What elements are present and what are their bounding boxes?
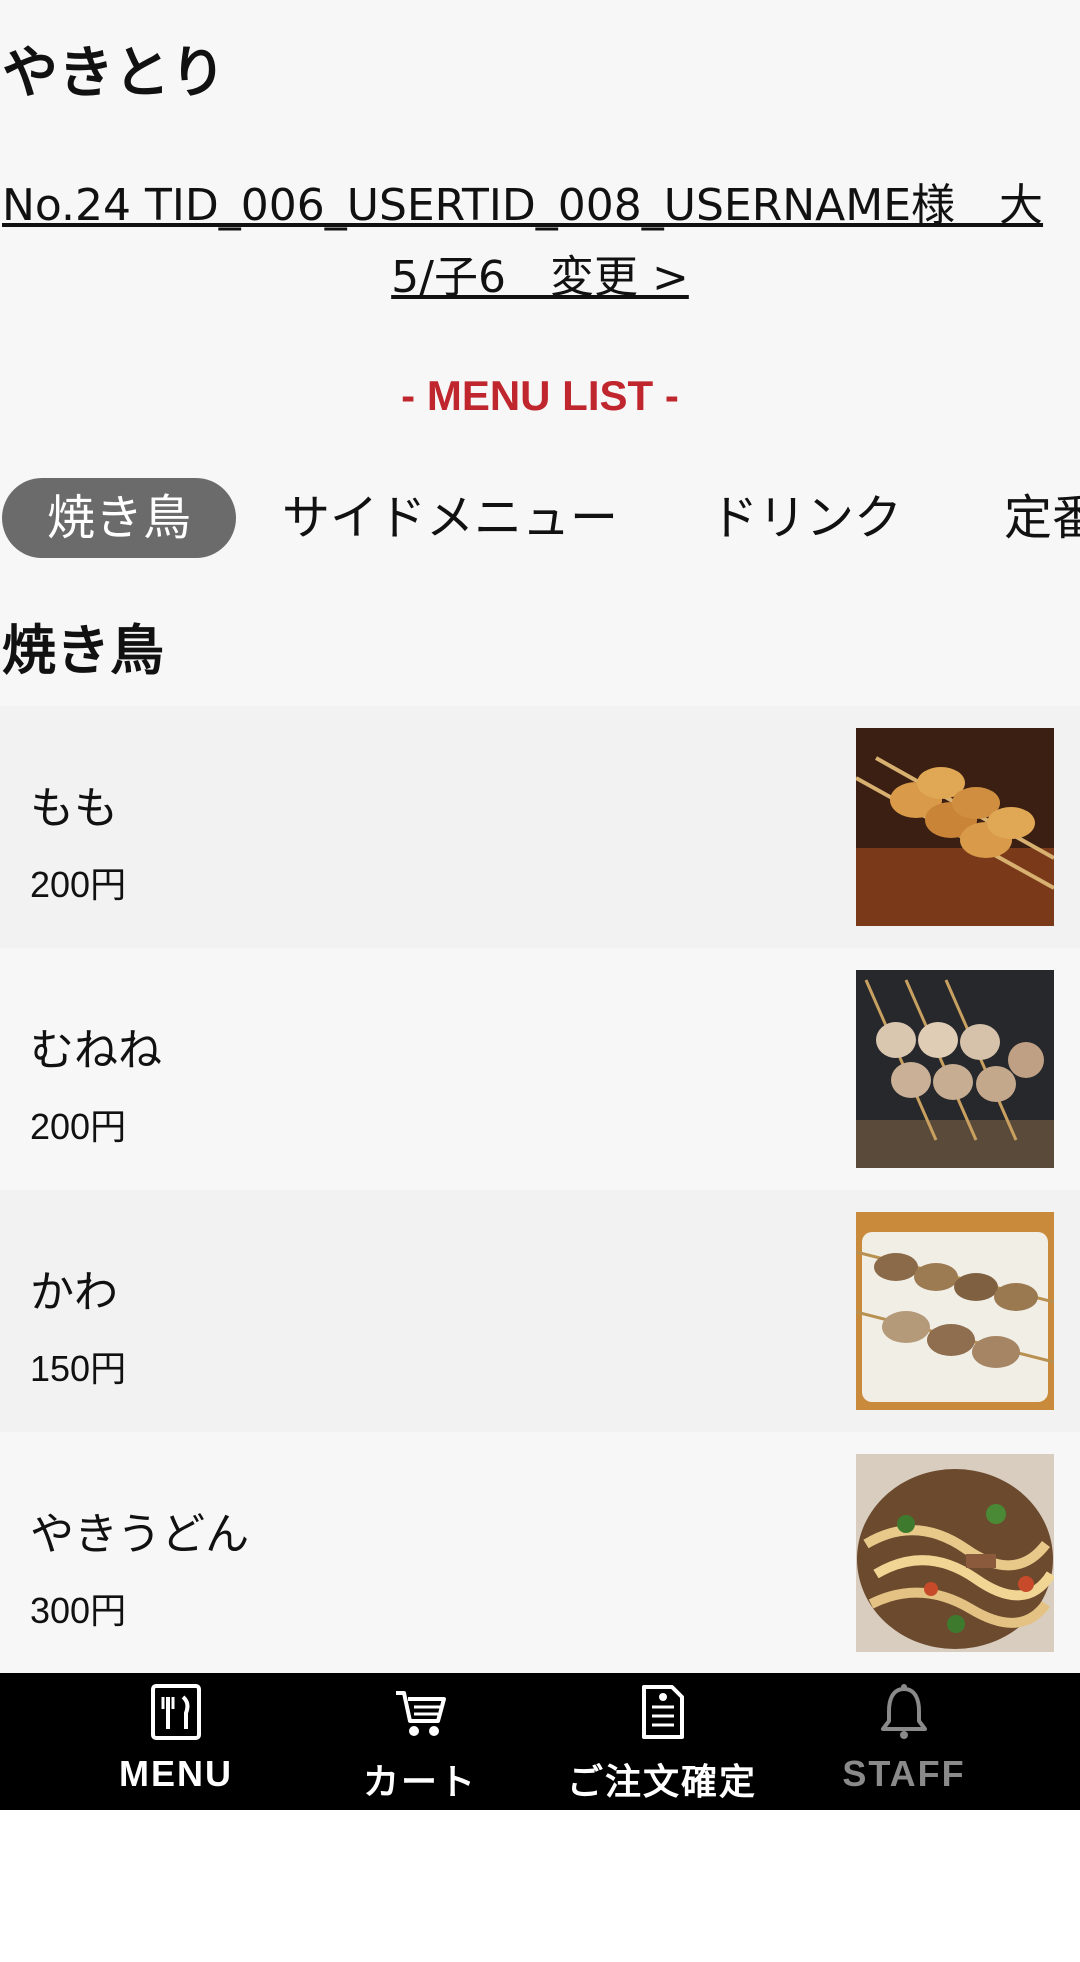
item-price: 300円 bbox=[30, 1590, 127, 1631]
category-tabs: 焼き鳥 サイドメニュー ドリンク 定番 bbox=[0, 478, 1080, 558]
item-price: 150円 bbox=[30, 1348, 127, 1389]
tab-standard[interactable]: 定番 bbox=[982, 478, 1080, 558]
cart-icon bbox=[396, 1691, 446, 1736]
item-price: 200円 bbox=[30, 864, 127, 905]
nav-order-confirm[interactable]: ご注文確定 bbox=[562, 1673, 762, 1810]
change-party-link[interactable]: 5/子6 変更 > bbox=[0, 242, 1080, 314]
tab-yakitori[interactable]: 焼き鳥 bbox=[2, 478, 236, 558]
bell-icon bbox=[881, 1684, 927, 1739]
menu-item-mune[interactable]: むねね 200円 bbox=[0, 948, 1080, 1190]
shop-title: やきとり bbox=[2, 41, 226, 106]
item-name: やきうどん bbox=[30, 1509, 250, 1560]
item-name: かわ bbox=[30, 1267, 118, 1318]
nav-cart-label: カート bbox=[362, 1761, 477, 1802]
nav-order-confirm-label: ご注文確定 bbox=[566, 1761, 757, 1802]
nav-staff[interactable]: STAFF bbox=[804, 1673, 1004, 1810]
yaki-udon-photo[interactable] bbox=[856, 1454, 1054, 1652]
customer-info-line1[interactable]: No.24 TID_006_USERTID_008_USERNAME様 大 bbox=[0, 170, 1080, 242]
menu-list-heading: - MENU LIST - bbox=[401, 372, 679, 419]
menu-item-momo[interactable]: もも 200円 bbox=[0, 706, 1080, 948]
menu-item-list: もも 200円 むねね 200円 かわ 150円 やきうどん 300円 bbox=[0, 706, 1080, 1674]
yakitori-kawa-photo[interactable] bbox=[856, 1212, 1054, 1410]
section-title: 焼き鳥 bbox=[2, 619, 164, 682]
tab-side-menu[interactable]: サイドメニュー bbox=[272, 478, 628, 558]
nav-menu-label: MENU bbox=[119, 1753, 233, 1794]
customer-info-link[interactable]: No.24 TID_006_USERTID_008_USERNAME様 大 5/… bbox=[0, 170, 1080, 314]
nav-cart[interactable]: カート bbox=[320, 1673, 520, 1810]
nav-menu[interactable]: MENU bbox=[76, 1673, 276, 1810]
menu-item-yaki-udon[interactable]: やきうどん 300円 bbox=[0, 1432, 1080, 1674]
order-receipt-icon bbox=[642, 1685, 684, 1739]
menu-item-kawa[interactable]: かわ 150円 bbox=[0, 1190, 1080, 1432]
item-name: むねね bbox=[30, 1025, 162, 1076]
tab-drink[interactable]: ドリンク bbox=[700, 478, 912, 558]
item-price: 200円 bbox=[30, 1106, 127, 1147]
item-name: もも bbox=[30, 783, 118, 834]
yakitori-mune-photo[interactable] bbox=[856, 970, 1054, 1168]
menu-fork-knife-icon bbox=[151, 1684, 201, 1740]
yakitori-momo-photo[interactable] bbox=[856, 728, 1054, 926]
menu-page: やきとり No.24 TID_006_USERTID_008_USERNAME様… bbox=[0, 0, 1080, 1810]
bottom-navigation: MENU カート ご注文確定 STAFF bbox=[0, 1673, 1080, 1810]
nav-staff-label: STAFF bbox=[842, 1753, 966, 1794]
